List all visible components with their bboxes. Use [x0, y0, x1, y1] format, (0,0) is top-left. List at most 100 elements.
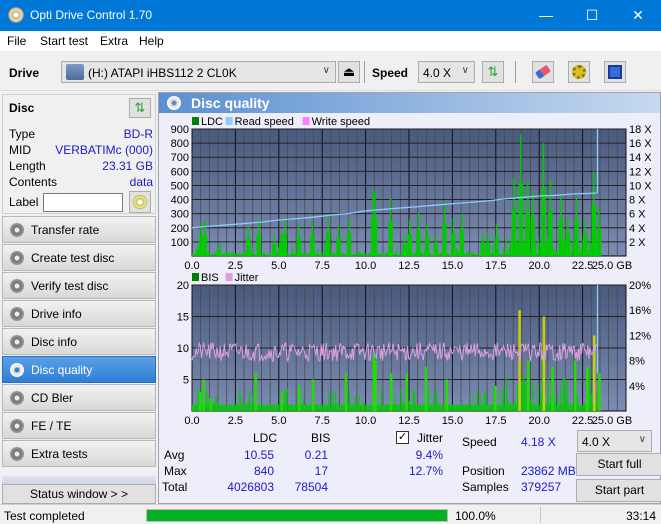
- bis-bar: [215, 395, 217, 411]
- ldc-bar: [325, 232, 328, 256]
- start-full-button[interactable]: Start full: [576, 453, 661, 476]
- bis-bar: [582, 404, 584, 411]
- start-part-button[interactable]: Start part: [576, 479, 661, 502]
- bis-bar: [522, 374, 524, 411]
- ldc-bar: [542, 143, 545, 256]
- disc-icon: [10, 251, 24, 265]
- nav-label: Create test disc: [31, 251, 115, 265]
- nav-cd-bler[interactable]: CD Bler: [2, 384, 156, 411]
- bis-bar: [196, 404, 198, 411]
- drive-select[interactable]: (H:) ATAPI iHBS112 2 CL0K ∨: [61, 61, 336, 83]
- refresh-speed-button[interactable]: ⇅: [482, 61, 504, 83]
- bis-bar: [573, 360, 577, 411]
- bis-bar: [596, 391, 598, 411]
- bis-bar: [371, 404, 373, 411]
- bis-bar: [330, 404, 333, 411]
- disc-key: MID: [9, 143, 31, 157]
- y2-tick-label: 20%: [629, 280, 651, 292]
- ldc-bar: [497, 236, 499, 256]
- sidebar: Disc ⇅ Type BD-R MID VERBATIMc (000) Lengt…: [0, 92, 158, 504]
- bis-bar: [332, 394, 334, 411]
- bis-bar: [366, 404, 369, 411]
- nav-fe-te[interactable]: FE / TE: [2, 412, 156, 439]
- ldc-bar: [287, 254, 290, 256]
- menu-help[interactable]: Help: [139, 34, 164, 48]
- ldc-bar: [596, 228, 599, 256]
- bis-bar: [408, 400, 410, 411]
- nav-extra-tests[interactable]: Extra tests: [2, 440, 156, 467]
- y2-tick-label: 2 X: [629, 237, 646, 249]
- nav-create-test-disc[interactable]: Create test disc: [2, 244, 156, 271]
- bis-bar: [503, 386, 505, 411]
- ldc-bar: [572, 239, 574, 256]
- toolbar-divider: [364, 61, 365, 83]
- bis-bar: [354, 397, 356, 411]
- y-tick-label: 10: [177, 343, 189, 355]
- bis-bar: [216, 403, 219, 411]
- bis-bar: [379, 404, 381, 411]
- gear-icon: [572, 65, 586, 79]
- x-tick-label: 25.0 GB: [592, 415, 632, 425]
- bis-bar: [290, 404, 292, 411]
- erase-button[interactable]: [532, 61, 554, 83]
- menu-file[interactable]: File: [7, 34, 26, 48]
- bis-bar: [546, 403, 548, 411]
- minimize-button[interactable]: —: [523, 0, 569, 31]
- ldc-bar: [276, 252, 278, 256]
- nav-disc-quality[interactable]: Disc quality: [2, 356, 156, 383]
- bis-bar: [250, 404, 252, 411]
- nav-verify-test-disc[interactable]: Verify test disc: [2, 272, 156, 299]
- ldc-bar: [533, 217, 536, 256]
- ldc-bar: [439, 253, 441, 256]
- disc-value: BD-R: [123, 127, 153, 141]
- ldc-bar: [219, 250, 222, 256]
- ldc-bar: [421, 251, 423, 256]
- bis-bar: [430, 404, 433, 411]
- bis-bar: [579, 404, 581, 411]
- bis-bar: [337, 401, 340, 411]
- label-disc-button[interactable]: [129, 191, 151, 213]
- bis-bar: [428, 388, 430, 411]
- nav-disc-info[interactable]: Disc info: [2, 328, 156, 355]
- disc-refresh-button[interactable]: ⇅: [129, 98, 151, 118]
- eject-button[interactable]: ⏏: [338, 61, 360, 83]
- bis-bar: [325, 404, 327, 411]
- maximize-button[interactable]: ☐: [569, 0, 615, 31]
- bis-bar: [516, 384, 519, 411]
- save-button[interactable]: [604, 61, 626, 83]
- label-input[interactable]: [43, 193, 123, 212]
- bis-bar: [357, 404, 359, 411]
- ldc-bar: [389, 198, 392, 256]
- ldc-bar: [564, 240, 566, 256]
- menu-extra[interactable]: Extra: [100, 34, 128, 48]
- chevron-down-icon: ∨: [461, 65, 469, 76]
- ldc-bar: [322, 254, 324, 256]
- nav-transfer-rate[interactable]: Transfer rate: [2, 216, 156, 243]
- bis-bar: [464, 404, 466, 411]
- close-button[interactable]: ✕: [615, 0, 661, 31]
- elapsed-time: 33:14: [626, 509, 657, 523]
- y2-tick-label: 12%: [629, 330, 651, 342]
- bis-bar: [494, 385, 497, 411]
- test-speed-select[interactable]: 4.0 X ∨: [577, 430, 652, 452]
- ldc-bar: [266, 253, 269, 256]
- ldc-bar: [494, 236, 496, 256]
- jitter-avg: 9.4%: [415, 448, 443, 462]
- bis-bar: [351, 404, 353, 411]
- jitter-max: 12.7%: [408, 464, 443, 478]
- menu-start-test[interactable]: Start test: [40, 34, 88, 48]
- ldc-bar: [297, 224, 300, 256]
- settings-button[interactable]: [568, 61, 590, 83]
- jitter-checkbox[interactable]: ✓: [396, 431, 409, 444]
- ldc-bar: [541, 188, 543, 256]
- ldc-bar: [386, 252, 388, 256]
- status-window-button[interactable]: Status window > >: [2, 484, 156, 504]
- window-title: Opti Drive Control 1.70: [30, 8, 153, 22]
- nav-drive-info[interactable]: Drive info: [2, 300, 156, 327]
- bis-bar: [387, 404, 390, 411]
- bis-bar: [466, 404, 469, 411]
- speed-select[interactable]: 4.0 X ∨: [418, 61, 475, 83]
- ldc-bar: [378, 253, 380, 256]
- ldc-bar: [393, 254, 395, 256]
- bis-bar: [382, 404, 384, 411]
